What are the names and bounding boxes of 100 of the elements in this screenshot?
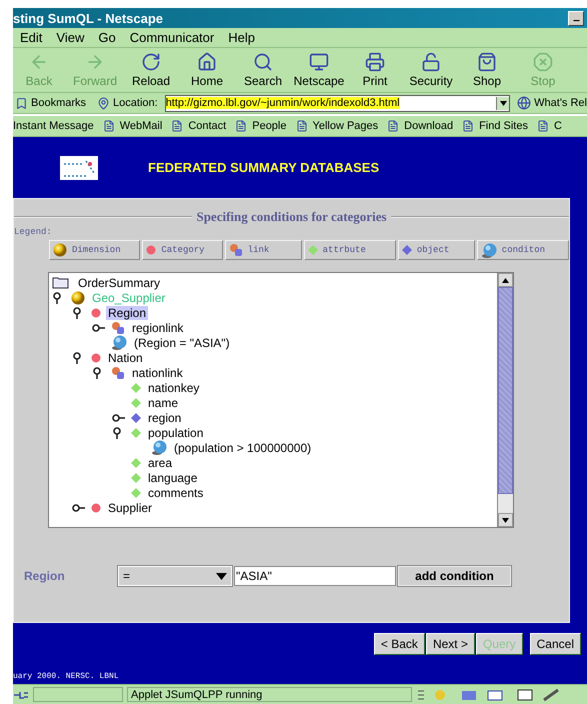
tree-item[interactable]: OrderSummary [76, 276, 162, 290]
location-icon [97, 96, 110, 110]
tree-item[interactable]: regionlink [130, 320, 186, 334]
page-icon [536, 120, 549, 132]
value-field[interactable]: "ASIA" [234, 566, 396, 586]
legend-item: Category [142, 240, 223, 260]
page-icon [171, 120, 184, 132]
collapsed-handle-icon[interactable] [112, 412, 126, 424]
tree-item[interactable]: Supplier [106, 500, 154, 514]
dropdown-button[interactable] [496, 96, 510, 110]
bookmark-link[interactable]: Yellow Pages [296, 120, 378, 132]
reload-icon [141, 52, 161, 72]
sphere-icon [71, 290, 85, 304]
section-title: Specifing conditions for categories [195, 209, 388, 225]
page-icon [387, 120, 400, 132]
status-text: Applet JSumQLPP running [127, 687, 412, 702]
menu-item[interactable]: View [49, 28, 92, 46]
bookmark-link[interactable]: C [536, 120, 562, 132]
add-condition-button[interactable]: add condition [398, 566, 511, 586]
home-icon [197, 52, 217, 72]
tree-item[interactable]: nationlink [130, 366, 185, 380]
globe-icon [480, 242, 497, 258]
toolbar-button[interactable]: Print [349, 52, 401, 88]
bookmark-link[interactable]: WebMail [102, 120, 162, 132]
legend-item: object [398, 240, 475, 260]
bookmark-link[interactable]: Download [387, 120, 454, 132]
menu-item[interactable]: Help [221, 28, 262, 46]
folder-icon [52, 276, 69, 289]
printer-icon [365, 52, 385, 72]
location-label: Location: [113, 97, 158, 109]
tree-item[interactable]: nationkey [146, 380, 202, 394]
dot-icon [146, 245, 156, 255]
tree-item[interactable]: Region [106, 306, 148, 320]
tree-item[interactable]: area [146, 456, 174, 470]
globe-icon [151, 440, 167, 455]
plug-icon [13, 690, 29, 700]
padlock-icon [421, 52, 441, 72]
whats-related-button[interactable]: What's Rel [534, 97, 587, 109]
diamond-icon [308, 245, 318, 255]
logo-icon [60, 156, 98, 180]
legend-item: link [224, 240, 302, 260]
dot-icon [91, 352, 101, 362]
page-icon [235, 120, 248, 132]
wizard-button[interactable]: Cancel [530, 633, 581, 655]
dot-icon [91, 502, 101, 512]
menu-item[interactable]: Communicator [122, 28, 222, 46]
tree-item[interactable]: population [146, 426, 206, 440]
collapsed-handle-icon[interactable] [92, 322, 106, 334]
bookmark-link[interactable]: Find Sites [462, 120, 528, 132]
tree-item[interactable]: comments [146, 486, 206, 500]
menu-item[interactable]: Edit [13, 28, 50, 46]
link-icon [228, 243, 243, 257]
legend-label: Legend: [14, 227, 53, 237]
globe-icon [111, 335, 127, 350]
wizard-button[interactable]: Next > [426, 633, 475, 655]
bookmark-link[interactable]: People [235, 120, 286, 132]
page-icon [102, 120, 115, 132]
diamond-icon [402, 245, 412, 255]
link-icon [111, 320, 125, 334]
down-arrow-icon[interactable] [502, 518, 509, 522]
tree-item[interactable]: name [146, 396, 180, 410]
toolbar-button[interactable]: Netscape [293, 52, 345, 88]
search-icon [253, 52, 273, 72]
toolbar-button[interactable]: Reload [125, 52, 177, 88]
monitor-icon [309, 52, 329, 72]
caret-icon [216, 572, 227, 580]
wizard-button[interactable]: < Back [374, 633, 425, 655]
dot-icon [91, 308, 101, 318]
stop-icon [533, 52, 553, 72]
tree-item[interactable]: (Region = "ASIA") [132, 336, 232, 350]
shopping-bag-icon [477, 52, 497, 72]
link-icon [111, 366, 125, 380]
globe-icon [517, 96, 532, 110]
sphere-icon [53, 243, 67, 257]
bookmark-link[interactable]: Contact [171, 120, 226, 132]
tree-item[interactable]: (population > 100000000) [172, 440, 314, 454]
toolbar-button[interactable]: Home [181, 52, 233, 88]
bookmark-icon [15, 96, 28, 110]
up-arrow-icon[interactable] [502, 278, 509, 282]
legend-item: attrbute [304, 240, 396, 260]
page-title: FEDERATED SUMMARY DATABASES [148, 160, 380, 175]
location-field[interactable]: http://gizmo.lbl.gov/~junmin/work/indexold3.html [164, 94, 510, 112]
footer-text: uary 2000. NERSC. LBNL [13, 672, 120, 681]
bookmark-link[interactable]: Instant Message [13, 120, 94, 132]
toolbar-button[interactable]: Security [405, 52, 457, 88]
menu-item[interactable]: Go [91, 28, 123, 46]
bookmarks-button[interactable]: Bookmarks [31, 97, 86, 109]
minimize-button[interactable] [568, 10, 584, 26]
tree-item[interactable]: Nation [106, 350, 145, 364]
operator-dropdown[interactable]: = [118, 566, 232, 586]
tree-item[interactable]: language [146, 470, 200, 484]
legend-item: Dimension [49, 240, 140, 260]
tree-item[interactable]: region [146, 410, 184, 424]
caret-icon [500, 100, 507, 106]
page-icon [462, 120, 474, 132]
toolbar-button[interactable]: Shop [461, 52, 513, 88]
scrollbar[interactable] [497, 273, 513, 527]
toolbar-button[interactable]: Search [237, 52, 289, 88]
collapsed-handle-icon[interactable] [72, 502, 86, 514]
window-title: sting SumQL - Netscape [13, 10, 164, 26]
